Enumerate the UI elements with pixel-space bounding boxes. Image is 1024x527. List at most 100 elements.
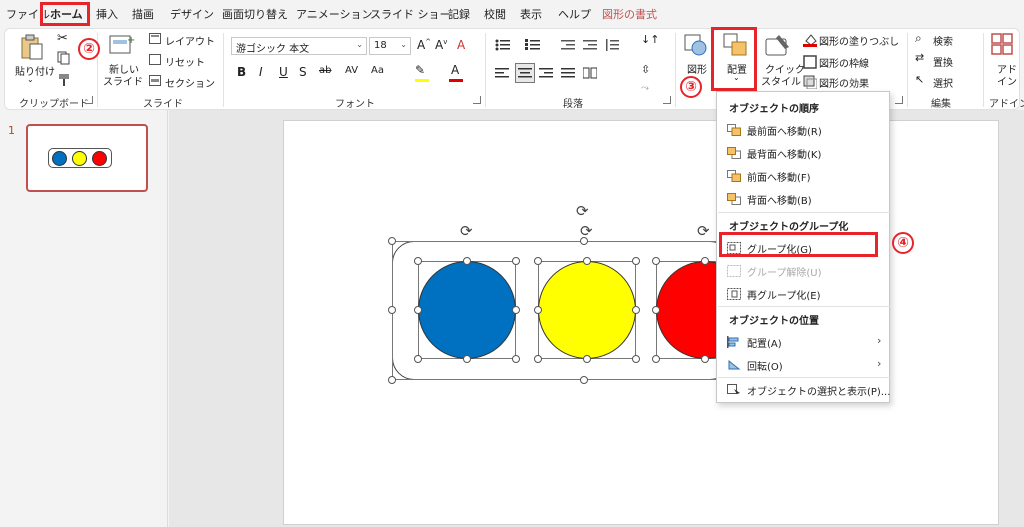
- reset-button[interactable]: リセット: [165, 54, 205, 69]
- replace-button[interactable]: 置換: [933, 54, 953, 69]
- tab-view[interactable]: 表示: [520, 6, 542, 22]
- layout-button[interactable]: レイアウト: [165, 33, 215, 48]
- menu-item-selection-pane[interactable]: オブジェクトの選択と表示(P)...: [747, 383, 890, 398]
- resize-handle[interactable]: [580, 237, 588, 245]
- tab-design[interactable]: デザイン: [170, 6, 214, 22]
- menu-item-rotate[interactable]: 回転(O): [747, 358, 783, 373]
- paste-dropdown-icon[interactable]: ⌄: [27, 75, 34, 84]
- blue-rotate-handle-icon[interactable]: ⟳: [460, 222, 473, 240]
- copy-icon[interactable]: [57, 51, 71, 68]
- strikethrough-icon[interactable]: S: [299, 65, 307, 79]
- decrease-indent-icon[interactable]: [561, 39, 575, 54]
- justify-icon[interactable]: [561, 67, 575, 82]
- menu-item-bring-forward[interactable]: 前面へ移動(F): [747, 169, 811, 184]
- tab-transitions[interactable]: 画面切り替え: [222, 6, 288, 22]
- text-strike-icon[interactable]: ab: [319, 65, 331, 76]
- yellow-circle[interactable]: [538, 261, 636, 359]
- increase-indent-icon[interactable]: [583, 39, 597, 54]
- shapes-button[interactable]: 図形: [687, 61, 707, 76]
- shrink-font-icon[interactable]: Av: [435, 38, 447, 52]
- resize-handle[interactable]: [534, 355, 542, 363]
- section-button[interactable]: セクション: [165, 75, 215, 90]
- font-name-combo[interactable]: 游ゴシック 本文 ⌄: [231, 37, 367, 55]
- resize-handle[interactable]: [652, 355, 660, 363]
- grow-font-icon[interactable]: A^: [417, 38, 431, 52]
- menu-item-send-to-back[interactable]: 最背面へ移動(K): [747, 146, 821, 161]
- tab-review[interactable]: 校閲: [484, 6, 506, 22]
- numbering-icon[interactable]: [525, 39, 541, 54]
- line-spacing-icon[interactable]: [605, 39, 619, 54]
- smartart-icon[interactable]: ⤳: [641, 83, 649, 94]
- resize-handle[interactable]: [534, 257, 542, 265]
- highlight-icon[interactable]: ✎: [415, 63, 425, 77]
- tab-shape-format[interactable]: 図形の書式: [602, 6, 657, 22]
- tab-animations[interactable]: アニメーション: [296, 6, 373, 22]
- paragraph-launcher-icon[interactable]: [663, 96, 671, 104]
- resize-handle[interactable]: [534, 306, 542, 314]
- resize-handle[interactable]: [701, 355, 709, 363]
- align-right-icon[interactable]: [539, 67, 553, 82]
- drawing-launcher-icon[interactable]: [895, 96, 903, 104]
- resize-handle[interactable]: [388, 237, 396, 245]
- new-slide-label-2[interactable]: スライド: [103, 73, 143, 88]
- bullets-icon[interactable]: [495, 39, 511, 54]
- underline-icon[interactable]: U: [279, 65, 288, 79]
- menu-item-align[interactable]: 配置(A): [747, 335, 782, 350]
- menu-item-send-backward[interactable]: 背面へ移動(B): [747, 192, 812, 207]
- font-size-combo[interactable]: 18 ⌄: [369, 37, 411, 55]
- shape-outline-button[interactable]: 図形の枠線: [819, 55, 869, 70]
- resize-handle[interactable]: [414, 257, 422, 265]
- resize-handle[interactable]: [652, 257, 660, 265]
- resize-handle[interactable]: [414, 355, 422, 363]
- resize-handle[interactable]: [388, 306, 396, 314]
- resize-handle[interactable]: [388, 376, 396, 384]
- tab-draw[interactable]: 描画: [132, 6, 154, 22]
- clear-formatting-icon[interactable]: A: [457, 38, 465, 52]
- font-launcher-icon[interactable]: [473, 96, 481, 104]
- shape-fill-button[interactable]: 図形の塗りつぶし: [819, 33, 899, 48]
- paste-button[interactable]: 貼り付け: [15, 63, 55, 78]
- text-direction-icon[interactable]: ↓↑: [641, 33, 659, 46]
- align-center-icon[interactable]: [515, 63, 535, 83]
- resize-handle[interactable]: [512, 306, 520, 314]
- font-color-icon[interactable]: A: [451, 63, 459, 77]
- columns-icon[interactable]: [582, 67, 598, 82]
- tab-insert[interactable]: 挿入: [96, 6, 118, 22]
- format-painter-icon[interactable]: [57, 73, 71, 90]
- resize-handle[interactable]: [583, 355, 591, 363]
- italic-icon[interactable]: I: [259, 65, 263, 79]
- quick-styles-label-2[interactable]: スタイル: [761, 73, 801, 88]
- resize-handle[interactable]: [583, 257, 591, 265]
- addins-label-2[interactable]: イン: [997, 73, 1017, 88]
- resize-handle[interactable]: [580, 376, 588, 384]
- bold-icon[interactable]: B: [237, 65, 246, 79]
- menu-item-regroup[interactable]: 再グループ化(E): [747, 287, 821, 302]
- blue-circle[interactable]: [418, 261, 516, 359]
- resize-handle[interactable]: [632, 306, 640, 314]
- tab-slideshow[interactable]: スライド ショー: [370, 6, 451, 22]
- tab-help[interactable]: ヘルプ: [558, 6, 591, 22]
- align-text-icon[interactable]: ⇳: [641, 63, 650, 76]
- cut-icon[interactable]: ✂: [57, 31, 68, 46]
- shape-effects-button[interactable]: 図形の効果: [819, 75, 869, 90]
- resize-handle[interactable]: [701, 257, 709, 265]
- select-button[interactable]: 選択: [933, 75, 953, 90]
- find-button[interactable]: 検索: [933, 33, 953, 48]
- change-case-icon[interactable]: Aa: [371, 65, 384, 76]
- resize-handle[interactable]: [463, 257, 471, 265]
- resize-handle[interactable]: [463, 355, 471, 363]
- resize-handle[interactable]: [414, 306, 422, 314]
- group-rotate-handle-icon[interactable]: ⟳: [576, 202, 589, 220]
- tab-record[interactable]: 記録: [448, 6, 470, 22]
- menu-item-bring-to-front[interactable]: 最前面へ移動(R): [747, 123, 822, 138]
- resize-handle[interactable]: [512, 257, 520, 265]
- menu-item-ungroup[interactable]: グループ解除(U): [747, 264, 822, 279]
- resize-handle[interactable]: [632, 355, 640, 363]
- resize-handle[interactable]: [652, 306, 660, 314]
- character-spacing-icon[interactable]: AV: [345, 65, 358, 76]
- clipboard-launcher-icon[interactable]: [85, 96, 93, 104]
- align-left-icon[interactable]: [495, 67, 509, 82]
- slide-thumbnail[interactable]: [26, 124, 148, 192]
- resize-handle[interactable]: [632, 257, 640, 265]
- resize-handle[interactable]: [512, 355, 520, 363]
